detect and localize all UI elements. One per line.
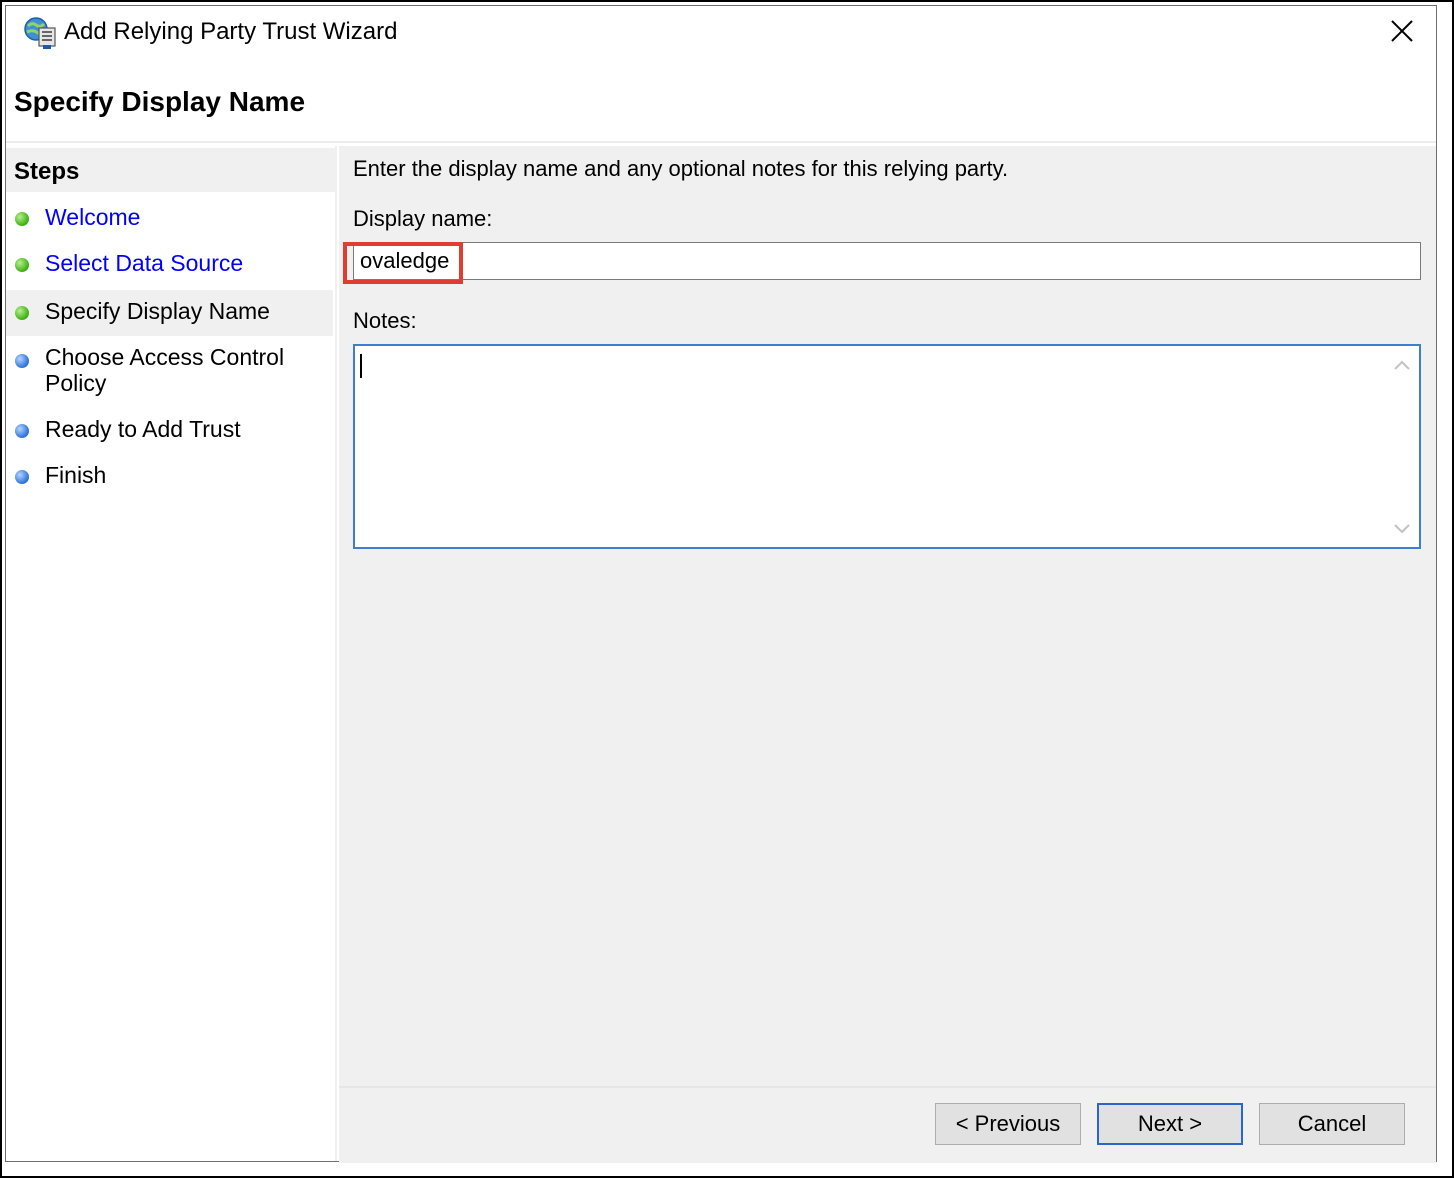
step-select-data-source[interactable]: Select Data Source [6, 246, 333, 284]
step-label: Finish [45, 462, 107, 488]
steps-panel: Steps Welcome Select Data Source Specify… [6, 146, 337, 1161]
step-specify-display-name: Specify Display Name [6, 290, 333, 336]
instructions-text: Enter the display name and any optional … [353, 156, 1009, 181]
relying-party-wizard-icon [24, 17, 56, 49]
cancel-button[interactable]: Cancel [1259, 1103, 1405, 1145]
step-label: Specify Display Name [45, 298, 270, 324]
previous-button[interactable]: < Previous [935, 1103, 1081, 1145]
content-panel: Enter the display name and any optional … [339, 146, 1436, 1086]
step-pending-icon [15, 424, 29, 438]
chevron-down-icon[interactable] [1393, 522, 1411, 536]
wizard-window: Add Relying Party Trust Wizard Specify D… [5, 5, 1437, 1163]
chevron-up-icon[interactable] [1393, 358, 1411, 372]
step-current-icon [15, 306, 29, 320]
step-choose-access-control-policy: Choose Access Control Policy [6, 342, 333, 402]
notes-scrollbar[interactable] [1385, 346, 1419, 547]
steps-title: Steps [14, 158, 80, 185]
step-label[interactable]: Welcome [45, 204, 315, 230]
step-pending-icon [15, 354, 29, 368]
step-label: Choose Access Control Policy [45, 344, 285, 396]
step-ready-to-add-trust: Ready to Add Trust [6, 412, 333, 450]
next-button[interactable]: Next > [1097, 1103, 1243, 1145]
window-title: Add Relying Party Trust Wizard [64, 18, 398, 45]
steps-header: Steps [6, 148, 335, 192]
display-name-label: Display name: [353, 206, 493, 231]
screenshot-frame: Add Relying Party Trust Wizard Specify D… [0, 0, 1454, 1178]
notes-field[interactable] [353, 344, 1421, 549]
close-icon[interactable] [1382, 14, 1422, 50]
step-welcome[interactable]: Welcome [6, 200, 333, 238]
title-bar: Add Relying Party Trust Wizard [6, 6, 1436, 58]
step-finish: Finish [6, 458, 333, 496]
header-divider [6, 141, 1436, 143]
text-caret [360, 354, 362, 378]
display-name-input[interactable] [353, 242, 1421, 280]
page-title: Specify Display Name [14, 86, 306, 117]
step-label[interactable]: Select Data Source [45, 250, 315, 276]
step-completed-icon [15, 212, 29, 226]
step-completed-icon [15, 258, 29, 272]
step-pending-icon [15, 470, 29, 484]
button-bar: < Previous Next > Cancel [339, 1086, 1436, 1163]
notes-label: Notes: [353, 308, 417, 333]
notes-textarea[interactable] [355, 346, 1383, 546]
step-label: Ready to Add Trust [45, 416, 241, 442]
